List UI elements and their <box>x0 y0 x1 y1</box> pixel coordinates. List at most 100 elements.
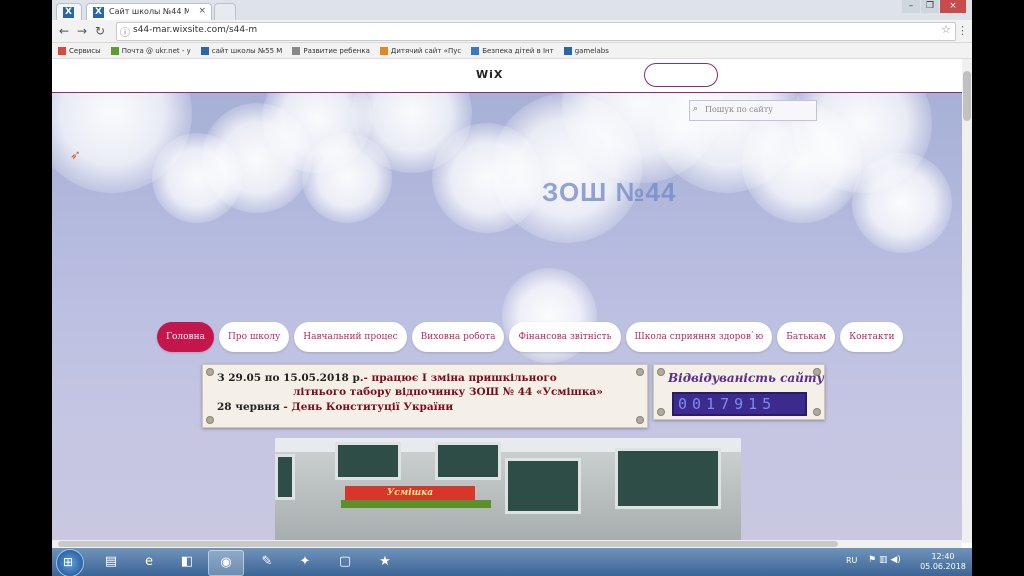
tab-title: Сайт школы №44 Мари <box>109 7 189 16</box>
wix-banner-button[interactable] <box>644 63 718 87</box>
desktop-screen: X X Сайт школы №44 Мари × – ❐ × ← → ↻ ⓘ … <box>52 0 972 576</box>
tab-pinned[interactable]: X <box>56 3 82 21</box>
counter-label: Відвідуваність сайту <box>668 371 824 385</box>
info-icon[interactable]: ⓘ <box>120 24 130 39</box>
ie-icon[interactable]: e <box>132 550 166 574</box>
back-arrow-icon[interactable]: ← <box>56 23 72 39</box>
wix-icon <box>563 46 572 55</box>
notice-line-1: З 29.05 по 15.05.2018 р.- працює І зміна… <box>217 372 557 384</box>
screw-icon <box>636 416 644 424</box>
url-text: s44-mar.wixsite.com/s44-m <box>133 25 258 35</box>
photo-window <box>275 454 295 500</box>
menu-item[interactable]: Контакти <box>840 322 904 352</box>
bookmark-item[interactable]: сайт школы №55 М <box>200 46 283 55</box>
photo-balcony <box>341 500 491 508</box>
window-controls: – ❐ × <box>902 0 966 14</box>
screw-icon <box>657 408 665 416</box>
wix-logo[interactable]: WiX <box>476 68 503 81</box>
menu-item[interactable]: Батькам <box>777 322 836 352</box>
photo-window <box>435 442 501 480</box>
doc-icon <box>292 46 301 55</box>
url-input[interactable]: ⓘ s44-mar.wixsite.com/s44-m ☆ <box>116 22 956 41</box>
bookmark-star-icon[interactable]: ☆ <box>941 23 951 36</box>
counter-display: 0017915 <box>672 392 807 416</box>
notice-date-1: З 29.05 по 15.05.2018 р. <box>217 372 364 384</box>
horizontal-scroll-thumb[interactable] <box>58 541 838 547</box>
bookmark-item[interactable]: Развитие ребенка <box>292 46 370 55</box>
clock-time: 12:40 <box>931 552 955 561</box>
bookmark-item[interactable]: gamelabs <box>563 46 609 55</box>
notice-line-2: літнього табору відпочинку ЗОШ № 44 «Усм… <box>293 386 603 398</box>
site-page: ➶ ⌕ Пошук по сайту ЗОШ №44 Головна Про шк… <box>52 93 962 540</box>
bookmark-label: сайт школы №55 М <box>211 46 283 55</box>
bookmark-label: Почта @ ukr.net - у <box>121 46 191 55</box>
counter-value: 0017915 <box>678 395 777 413</box>
language-indicator[interactable]: RU <box>846 556 857 565</box>
photo-window <box>335 442 401 480</box>
horizontal-scrollbar[interactable] <box>52 540 962 548</box>
volume-icon[interactable]: ◀) <box>890 555 900 565</box>
bookmark-item[interactable]: Дитячий сайт «Пус <box>379 46 462 55</box>
menu-item[interactable]: Школа сприяння здоров`ю <box>625 322 773 352</box>
kid-icon <box>379 46 388 55</box>
screw-icon <box>813 408 821 416</box>
menu-item[interactable]: Виховна робота <box>411 322 505 352</box>
bookmark-label: Сервисы <box>69 46 101 55</box>
wix-banner: WiX <box>52 59 962 94</box>
menu-item[interactable]: Навчальний процес <box>294 322 407 352</box>
star-icon[interactable]: ★ <box>368 550 402 574</box>
browser-menu-icon[interactable]: ⋮ <box>957 24 968 37</box>
windows-logo-icon: ⊞ <box>63 555 74 569</box>
bookmark-label: Безпека дітей в Інт <box>482 46 554 55</box>
bookmark-label: gamelabs <box>574 46 609 55</box>
menu-item[interactable]: Фінансова звітність <box>509 322 621 352</box>
window-icon[interactable]: ▢ <box>328 550 362 574</box>
restore-icon[interactable]: ❐ <box>921 0 939 13</box>
search-placeholder: Пошук по сайту <box>705 105 773 114</box>
screw-icon <box>657 368 665 376</box>
notice-date-2: 28 червня <box>217 401 280 413</box>
bookmark-item[interactable]: Сервисы <box>58 46 101 55</box>
address-bar-row: ← → ↻ ⓘ s44-mar.wixsite.com/s44-m ☆ ⋮ <box>52 20 972 43</box>
site-title: ЗОШ №44 <box>542 177 677 207</box>
notice-line-3: 28 червня - День Конституції України <box>217 401 453 413</box>
menu-item[interactable]: Про школу <box>218 322 290 352</box>
photo-window <box>505 458 581 514</box>
reload-icon[interactable]: ↻ <box>92 23 108 39</box>
files-icon[interactable]: ▤ <box>94 550 128 574</box>
bokeh-light <box>852 153 952 253</box>
scroll-thumb[interactable] <box>963 71 971 121</box>
start-button[interactable]: ⊞ <box>56 549 84 576</box>
gimp-icon[interactable]: ✦ <box>288 550 322 574</box>
site-menu: Головна Про школу Навчальний процес Виховна… <box>157 322 904 352</box>
notice-text-1: - працює І зміна пришкільного <box>363 372 557 384</box>
school-photo: Усмішка <box>275 438 741 540</box>
wix-favicon-icon: X <box>93 7 104 18</box>
network-icon[interactable]: ▥ <box>879 555 888 565</box>
screw-icon <box>636 368 644 376</box>
new-tab-button[interactable] <box>214 3 236 21</box>
site-search-input[interactable]: ⌕ Пошук по сайту <box>689 100 817 121</box>
close-window-icon[interactable]: × <box>940 0 966 13</box>
apps-icon <box>58 46 66 55</box>
bookmark-label: Дитячий сайт «Пус <box>390 46 462 55</box>
mail-icon <box>110 46 119 55</box>
flag-icon[interactable]: ⚑ <box>868 555 876 565</box>
clock[interactable]: 12:40 05.06.2018 <box>920 552 966 572</box>
minimize-icon[interactable]: – <box>902 0 920 13</box>
scan-icon[interactable]: ◧ <box>170 550 204 574</box>
forward-arrow-icon[interactable]: → <box>74 23 90 39</box>
bookmark-item[interactable]: Безпека дітей в Інт <box>471 46 554 55</box>
close-tab-icon[interactable]: × <box>198 6 206 16</box>
taskbar: ⊞ ▤ e ◧ ◉ ✎ ✦ ▢ ★ RU ⚑ ▥ ◀) 12:40 05.06.2018 <box>52 548 972 576</box>
screw-icon <box>206 368 214 376</box>
chrome-icon[interactable]: ◉ <box>208 550 244 576</box>
bookmark-item[interactable]: Почта @ ukr.net - у <box>110 46 191 55</box>
search-icon: ⌕ <box>693 104 699 114</box>
wix-favicon-icon: X <box>63 7 74 18</box>
tab-active[interactable]: X Сайт школы №44 Мари × <box>86 3 212 21</box>
vertical-scrollbar[interactable] <box>962 59 972 543</box>
paint-icon[interactable]: ✎ <box>250 550 284 574</box>
tray-icons: ⚑ ▥ ◀) <box>868 555 901 565</box>
menu-item[interactable]: Головна <box>157 322 214 352</box>
